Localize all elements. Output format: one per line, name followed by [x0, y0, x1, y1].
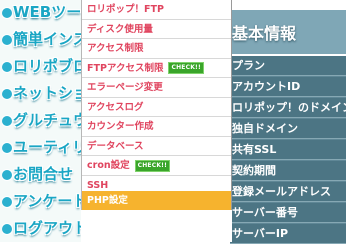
menu-item-label: エラーページ変更 — [87, 82, 163, 93]
check-badge: CHECK!! — [168, 62, 204, 74]
info-row: ロリポップ！のドメイン — [230, 98, 346, 118]
info-row: アカウントID — [230, 77, 346, 97]
info-row: 独自ドメイン — [230, 119, 346, 139]
sidebar-item-net-shop[interactable]: ネットショップ — [2, 81, 86, 105]
sidebar-item-utility[interactable]: ユーティリティ — [2, 135, 86, 159]
info-panel-title: 基本情報 — [232, 24, 297, 43]
check-badge: CHECK!! — [134, 159, 171, 172]
bullet-icon — [2, 115, 12, 126]
menu-item-label: SSH — [87, 179, 109, 191]
bullet-icon — [2, 196, 12, 207]
menu-item-label: FTPアクセス制限 — [87, 62, 164, 74]
menu-item-label: アクセス制限 — [87, 43, 144, 54]
sidebar-item-web-tools[interactable]: WEBツール — [2, 0, 86, 24]
menu-item-database[interactable]: データベース — [82, 136, 231, 156]
menu-item-label: カウンター作成 — [87, 121, 154, 132]
sidebar-item-easy-install[interactable]: 簡単インストール — [2, 27, 86, 51]
sidebar-item-contact[interactable]: お問合せ — [2, 162, 86, 186]
info-row: プラン — [230, 56, 346, 76]
sidebar-item-label: アンケート — [13, 192, 86, 210]
sidebar-item-label: グルチュウ — [13, 111, 86, 129]
menu-item-disk-usage[interactable]: ディスク使用量 — [82, 19, 231, 39]
menu-item-label: アクセスログ — [87, 101, 144, 113]
sidebar-item-logout[interactable]: ログアウト — [2, 216, 86, 240]
info-row: 契約期間 — [230, 161, 346, 181]
sidebar-item-guruchu[interactable]: グルチュウ — [2, 108, 86, 132]
bullet-icon — [2, 88, 12, 99]
info-row: サーバー番号 — [230, 203, 346, 223]
bullet-icon — [2, 142, 12, 153]
sidebar-item-survey[interactable]: アンケート — [2, 189, 86, 213]
sidebar-item-label: ユーティリティ — [13, 138, 86, 156]
menu-item-label: ディスク使用量 — [87, 23, 153, 35]
info-row: サーバーIP — [230, 224, 346, 244]
menu-item-access-log[interactable]: アクセスログ — [82, 97, 231, 117]
bullet-icon — [2, 34, 12, 45]
menu-item-label: cron設定 — [87, 160, 130, 171]
utility-dropdown-menu: ロリポップ！FTP ディスク使用量 アクセス制限 FTPアクセス制限 CHECK!… — [81, 0, 232, 211]
info-row: 登録メールアドレス — [230, 182, 346, 202]
menu-item-ftp-access-restriction[interactable]: FTPアクセス制限 CHECK!! — [82, 58, 231, 78]
menu-item-cron[interactable]: cron設定 CHECK!! — [82, 156, 231, 176]
sidebar-item-label: ネットショップ — [13, 84, 86, 102]
bullet-icon — [2, 169, 12, 180]
sidebar-item-label: ロリポブログ — [13, 57, 86, 75]
menu-item-label: ロリポップ！FTP — [87, 4, 164, 15]
menu-item-access-restriction[interactable]: アクセス制限 — [82, 39, 231, 59]
bullet-icon — [2, 7, 12, 18]
sidebar-nav: WEBツール 簡単インストール ロリポブログ ネットショップ グルチュウ ユーテ… — [0, 0, 86, 242]
info-panel-list: プラン アカウントID ロリポップ！のドメイン 独自ドメイン 共有SSL 契約期… — [230, 56, 346, 244]
menu-item-counter[interactable]: カウンター作成 — [82, 117, 231, 137]
sidebar-item-label: WEBツール — [13, 3, 86, 21]
menu-item-label: PHP設定 — [87, 195, 128, 206]
sidebar-item-label: ログアウト — [13, 219, 86, 237]
menu-item-error-page[interactable]: エラーページ変更 — [82, 78, 231, 98]
bullet-icon — [2, 61, 12, 72]
sidebar-item-label: 簡単インストール — [13, 30, 86, 48]
menu-item-label: データベース — [87, 140, 144, 152]
menu-item-lolipop-ftp[interactable]: ロリポップ！FTP — [82, 0, 231, 20]
menu-bottom-spacer — [81, 210, 232, 242]
sidebar-item-lolipo-blog[interactable]: ロリポブログ — [2, 54, 86, 78]
bullet-icon — [2, 223, 12, 234]
sidebar-item-label: お問合せ — [13, 165, 74, 183]
info-row: 共有SSL — [230, 140, 346, 160]
menu-item-php-settings[interactable]: PHP設定 — [82, 191, 231, 211]
